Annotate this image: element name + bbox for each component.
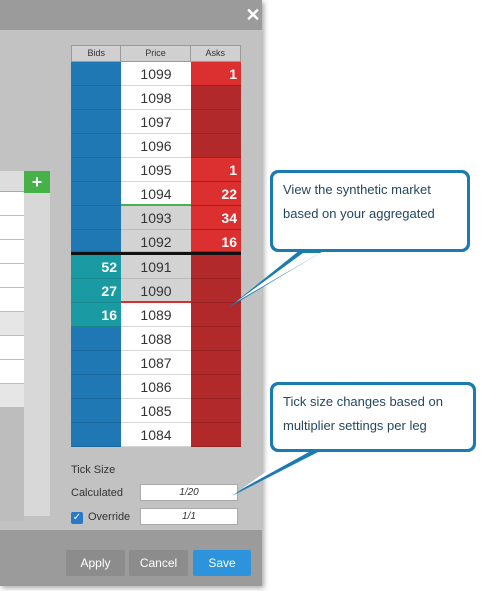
callout-tick-text: Tick size changes based on multiplier se… bbox=[273, 385, 473, 449]
callout-pointer-synthetic bbox=[228, 250, 325, 308]
callout-synthetic-text: View the synthetic market based on your … bbox=[273, 173, 467, 249]
callout-pointers bbox=[228, 250, 325, 496]
screenshot: ✕ + Bids Price Asks 1099 1 1098 1097 1096 109… bbox=[0, 0, 482, 591]
callout-pointer-synthetic-fill bbox=[236, 253, 320, 302]
callout-pointer-tick bbox=[232, 450, 322, 496]
callout-tick: Tick size changes based on multiplier se… bbox=[270, 382, 476, 452]
callout-synthetic: View the synthetic market based on your … bbox=[270, 170, 470, 252]
